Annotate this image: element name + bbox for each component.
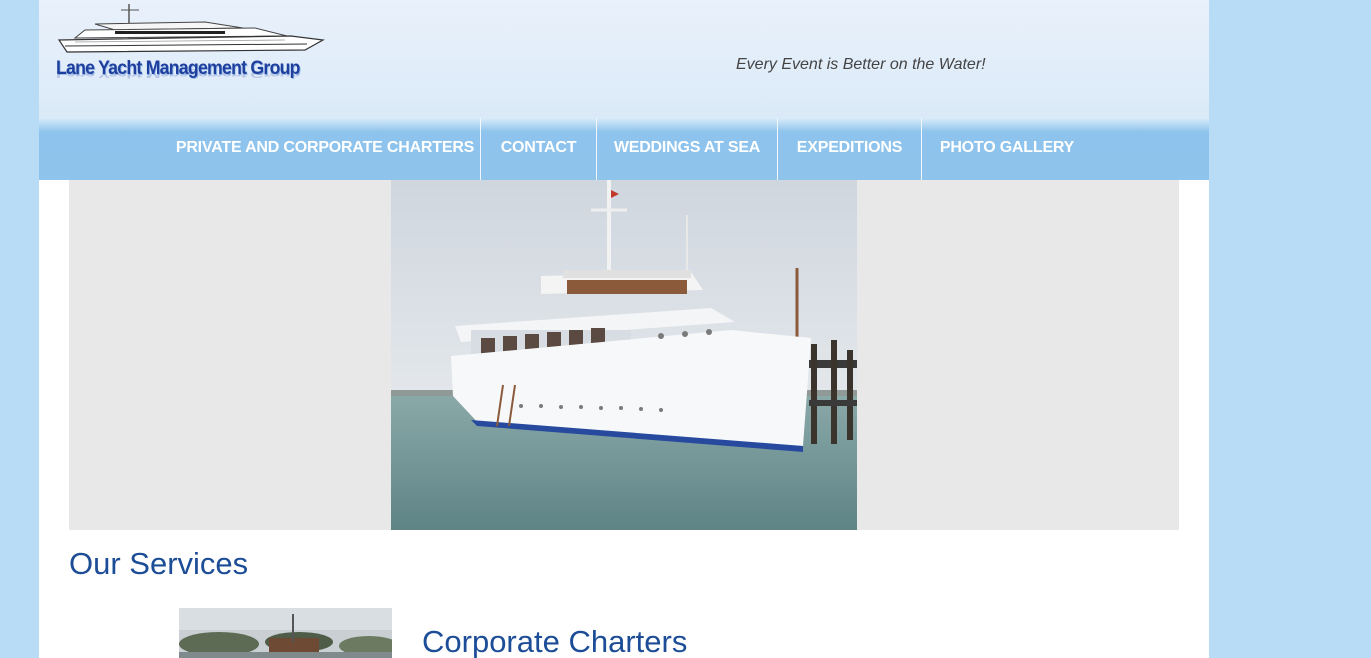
page-container: Lane Yacht Management Group Lane Yacht M… — [39, 0, 1209, 658]
corporate-charters-title[interactable]: Corporate Charters — [422, 624, 687, 658]
corporate-charters-image — [179, 608, 392, 658]
nav-item-expeditions[interactable]: EXPEDITIONS — [778, 118, 921, 180]
nav-item-private-corporate-charters[interactable]: PRIVATE AND CORPORATE CHARTERS — [169, 118, 481, 180]
logo-wordmark-reflection: Lane Yacht Management Group — [56, 68, 300, 80]
site-tagline: Every Event is Better on the Water! — [736, 56, 986, 73]
site-logo[interactable]: Lane Yacht Management Group Lane Yacht M… — [55, 2, 327, 102]
hero-yacht-photo — [391, 180, 857, 530]
site-header: Lane Yacht Management Group Lane Yacht M… — [39, 0, 1209, 118]
services-heading: Our Services — [69, 546, 249, 581]
nav-item-photo-gallery[interactable]: PHOTO GALLERY — [922, 118, 1092, 180]
yacht-photo-image — [391, 180, 857, 530]
nav-item-contact[interactable]: CONTACT — [481, 118, 596, 180]
corporate-charters-thumbnail[interactable] — [179, 608, 392, 658]
hero-banner — [69, 180, 1179, 530]
nav-item-weddings-at-sea[interactable]: WEDDINGS AT SEA — [597, 118, 777, 180]
main-nav: PRIVATE AND CORPORATE CHARTERS CONTACT W… — [39, 118, 1209, 180]
yacht-logo-icon — [57, 4, 325, 53]
